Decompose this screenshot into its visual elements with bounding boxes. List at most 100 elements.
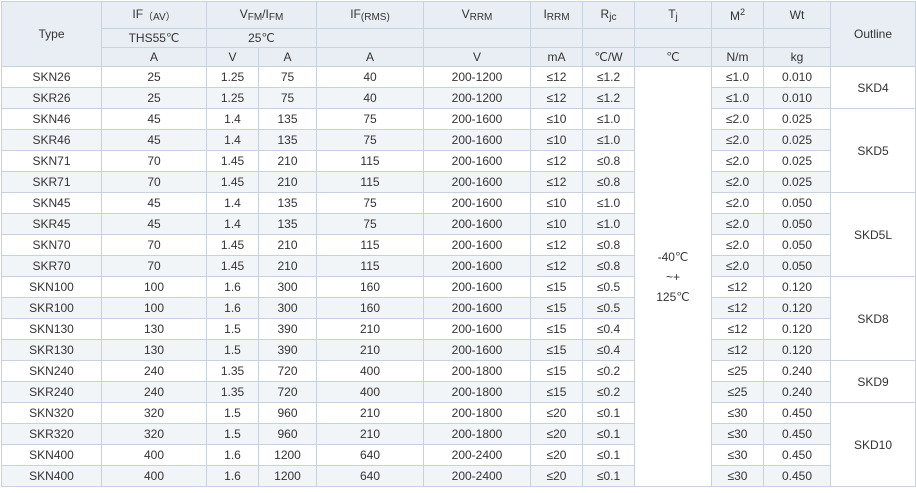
header-blank: [423, 28, 531, 48]
cell-irrm: ≤20: [530, 423, 583, 445]
cell-if-av: 25: [101, 87, 207, 109]
cell-type: SKN100: [1, 276, 102, 298]
cell-rjc: ≤0.8: [582, 171, 635, 193]
cell-type: SKR71: [1, 171, 102, 193]
cell-vrrm: 200-2400: [423, 465, 531, 487]
cell-rjc: ≤1.0: [582, 108, 635, 130]
cell-wt: 0.010: [763, 87, 831, 109]
header-vfm-ifm: VFM/IFM: [206, 1, 317, 29]
cell-vrrm: 200-1600: [423, 192, 531, 214]
cell-vfm: 1.45: [206, 171, 259, 193]
cell-m: ≤12: [711, 339, 764, 361]
cell-irrm: ≤12: [530, 234, 583, 256]
cell-if-rms: 115: [316, 171, 424, 193]
table-row: SKN240 240 1.35 720 400 200-1800 ≤15 ≤0.2 ≤25 0.2…: [1, 360, 916, 403]
cell-if-av: 45: [101, 108, 207, 130]
cell-vfm: 1.6: [206, 297, 259, 319]
cell-wt: 0.050: [763, 234, 831, 256]
cell-if-rms: 210: [316, 318, 424, 340]
cell-type: SKN320: [1, 402, 102, 424]
cell-vfm: 1.35: [206, 360, 259, 382]
header-outline: Outline: [830, 1, 916, 67]
cell-type: SKN400: [1, 465, 102, 487]
table-row: SKN100 100 1.6 300 160 200-1600 ≤15 ≤0.5 ≤12 0.12…: [1, 276, 916, 361]
cell-if-av: 100: [101, 297, 207, 319]
cell-rjc: ≤0.5: [582, 276, 635, 298]
header-wt: Wt: [763, 1, 831, 29]
table-row: SKR240 240 1.35 720 400 200-1800 ≤15 ≤0.2 ≤25 0.2…: [1, 381, 916, 403]
cell-wt: 0.025: [763, 129, 831, 151]
header-blank: [316, 28, 424, 48]
cell-m: ≤2.0: [711, 129, 764, 151]
cell-if-av: 240: [101, 360, 207, 382]
header-blank: [530, 28, 583, 48]
cell-ifm: 75: [258, 87, 317, 109]
cell-irrm: ≤10: [530, 129, 583, 151]
cell-m: ≤25: [711, 381, 764, 403]
cell-if-av: 45: [101, 129, 207, 151]
cell-rjc: ≤1.0: [582, 192, 635, 214]
cell-m: ≤30: [711, 423, 764, 445]
cell-if-av: 400: [101, 465, 207, 487]
diode-spec-table: Type IF（AV） VFM/IFM IF(RMS) VRRM IRRM Rj…: [1, 1, 916, 487]
table-header: Type IF（AV） VFM/IFM IF(RMS) VRRM IRRM Rj…: [1, 1, 916, 67]
cell-ifm: 135: [258, 108, 317, 130]
cell-irrm: ≤10: [530, 108, 583, 130]
unit-vrrm: V: [423, 47, 531, 67]
cell-if-rms: 640: [316, 465, 424, 487]
cell-if-rms: 115: [316, 255, 424, 277]
unit-if-av: A: [101, 47, 207, 67]
cell-vrrm: 200-1600: [423, 276, 531, 298]
cell-type: SKN70: [1, 234, 102, 256]
cell-wt: 0.050: [763, 255, 831, 277]
header-if-av-unit: （AV）: [143, 12, 176, 23]
cell-if-av: 130: [101, 339, 207, 361]
cell-type: SKR320: [1, 423, 102, 445]
cell-vfm: 1.6: [206, 276, 259, 298]
header-blank: [711, 28, 764, 48]
header-vfm-sep: /I: [262, 7, 269, 21]
header-m-symbol: M: [729, 9, 740, 23]
cell-m: ≤2.0: [711, 213, 764, 235]
header-blank: [634, 28, 712, 48]
cell-wt: 0.050: [763, 192, 831, 214]
cell-type: SKN71: [1, 150, 102, 172]
unit-wt: kg: [763, 47, 831, 67]
tj-range-line: ~+: [665, 269, 680, 284]
unit-irrm: mA: [530, 47, 583, 67]
cell-vrrm: 200-1600: [423, 129, 531, 151]
cell-vrrm: 200-1600: [423, 234, 531, 256]
cell-rjc: ≤0.8: [582, 150, 635, 172]
table-row: SKN320 320 1.5 960 210 200-1800 ≤20 ≤0.1 ≤30 0.45…: [1, 402, 916, 487]
cell-irrm: ≤15: [530, 381, 583, 403]
cell-type: SKN46: [1, 108, 102, 130]
header-ifm-sub: FM: [268, 12, 284, 23]
tj-range-line: 125℃: [656, 289, 690, 304]
cell-ifm: 135: [258, 129, 317, 151]
cell-if-av: 70: [101, 255, 207, 277]
cell-if-rms: 160: [316, 297, 424, 319]
table-row: SKN45 45 1.4 135 75 200-1600 ≤10 ≤1.0 ≤2.0 0.050 S…: [1, 192, 916, 277]
cell-if-rms: 210: [316, 339, 424, 361]
cell-if-rms: 40: [316, 87, 424, 109]
cell-rjc: ≤0.5: [582, 297, 635, 319]
cell-ifm: 1200: [258, 465, 317, 487]
cell-m: ≤30: [711, 402, 764, 424]
cell-irrm: ≤10: [530, 213, 583, 235]
cell-wt: 0.050: [763, 213, 831, 235]
cell-vrrm: 200-1200: [423, 87, 531, 109]
cell-wt: 0.450: [763, 444, 831, 466]
cell-vrrm: 200-2400: [423, 444, 531, 466]
header-type: Type: [1, 1, 102, 67]
cell-irrm: ≤20: [530, 465, 583, 487]
table-row: SKN130 130 1.5 390 210 200-1600 ≤15 ≤0.4 ≤12 0.12…: [1, 318, 916, 340]
cell-outline: SKD5: [830, 108, 916, 193]
cell-if-av: 400: [101, 444, 207, 466]
cell-ifm: 75: [258, 66, 317, 88]
cell-ifm: 960: [258, 423, 317, 445]
cell-wt: 0.025: [763, 108, 831, 130]
cell-rjc: ≤0.8: [582, 234, 635, 256]
cell-ifm: 135: [258, 192, 317, 214]
cell-tj-range: -40℃ ~+ 125℃: [634, 66, 712, 487]
cell-m: ≤2.0: [711, 255, 764, 277]
